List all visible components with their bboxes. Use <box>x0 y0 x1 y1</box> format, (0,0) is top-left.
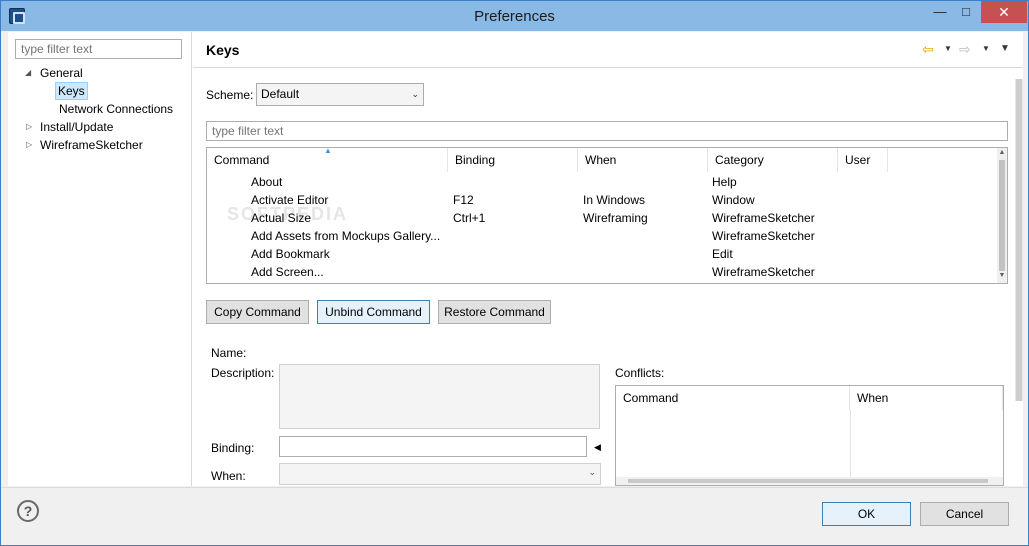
column-header-label: Binding <box>455 153 496 167</box>
tree-item-install-update[interactable]: Install/Update <box>40 119 113 135</box>
cell-command: About <box>251 175 283 189</box>
cell-category: Edit <box>712 247 733 261</box>
sort-ascending-icon: ▲ <box>324 147 332 155</box>
tree-item-general[interactable]: General <box>40 65 83 81</box>
tree-filter-input[interactable] <box>15 39 182 59</box>
binding-field[interactable] <box>279 436 587 457</box>
cell-category: Help <box>712 175 737 189</box>
column-header-label: Command <box>623 391 679 405</box>
column-header-label: Command <box>214 153 270 167</box>
tree-item-keys[interactable]: Keys <box>55 82 88 100</box>
column-header-user[interactable]: User <box>838 148 888 172</box>
scheme-label: Scheme: <box>206 88 254 102</box>
chevron-down-icon: ⌄ <box>411 89 419 99</box>
copy-command-button[interactable]: Copy Command <box>206 300 309 324</box>
column-header-label: When <box>585 153 617 167</box>
conflicts-header-command[interactable]: Command <box>616 386 850 410</box>
preferences-window: Preferences — □ ✕ ◢ General Keys Network… <box>0 0 1029 546</box>
binding-label: Binding: <box>211 441 255 455</box>
forward-arrow-icon[interactable]: ⇨ <box>959 41 971 57</box>
when-select[interactable]: ⌄ <box>279 463 601 485</box>
cell-category: WireframeSketcher <box>712 265 815 279</box>
column-header-label: Category <box>715 153 764 167</box>
conflicts-header-when[interactable]: When <box>850 386 1003 410</box>
cell-command: Activate Editor <box>251 193 329 207</box>
conflicts-hscrollbar[interactable] <box>616 477 1003 485</box>
scrollbar-thumb[interactable] <box>1016 79 1022 401</box>
column-header-label: When <box>857 391 889 405</box>
cancel-button[interactable]: Cancel <box>920 502 1009 526</box>
restore-command-button[interactable]: Restore Command <box>438 300 551 324</box>
column-header-category[interactable]: Category <box>708 148 838 172</box>
minimize-button[interactable]: — <box>927 1 953 23</box>
back-dropdown-icon[interactable]: ▼ <box>944 44 952 53</box>
commands-table: Command ▲ Binding When Category User SOF… <box>206 147 1008 284</box>
keys-page: Keys ⇦ ▼ ⇨ ▼ ▼ Scheme: Default ⌄ Command… <box>193 32 1023 486</box>
cell-when: Wireframing <box>583 211 648 225</box>
cell-when: In Windows <box>583 193 646 207</box>
conflicts-label: Conflicts: <box>615 366 665 380</box>
scheme-select-value: Default <box>261 87 300 101</box>
help-icon[interactable]: ? <box>17 500 39 522</box>
cell-category: WireframeSketcher <box>712 229 815 243</box>
scheme-select[interactable]: Default ⌄ <box>256 83 424 106</box>
column-header-when[interactable]: When <box>578 148 708 172</box>
chevron-down-icon: ⌄ <box>588 467 596 477</box>
description-label: Description: <box>211 366 275 380</box>
close-button[interactable]: ✕ <box>981 1 1027 23</box>
back-arrow-icon[interactable]: ⇦ <box>922 41 934 57</box>
tree-item-network-connections[interactable]: Network Connections <box>59 101 173 117</box>
ok-button[interactable]: OK <box>822 502 911 526</box>
column-header-label: User <box>845 153 871 167</box>
forward-dropdown-icon[interactable]: ▼ <box>982 44 990 53</box>
scroll-down-icon[interactable]: ▼ <box>997 272 1007 279</box>
chevron-right-icon[interactable]: ▷ <box>26 122 32 131</box>
name-label: Name: <box>211 346 247 360</box>
preferences-tree-pane: ◢ General Keys Network Connections ▷ Ins… <box>8 32 192 486</box>
chevron-right-icon[interactable]: ▷ <box>26 140 32 149</box>
unbind-command-button[interactable]: Unbind Command <box>317 300 430 324</box>
tree-item-wireframesketcher[interactable]: WireframeSketcher <box>40 137 143 153</box>
page-title: Keys <box>206 42 240 58</box>
cell-binding: F12 <box>453 193 474 207</box>
conflicts-table: Command When <box>615 385 1004 486</box>
scrollbar-thumb[interactable] <box>999 160 1005 271</box>
dialog-content: ◢ General Keys Network Connections ▷ Ins… <box>8 32 1023 486</box>
cell-category: WireframeSketcher <box>712 211 815 225</box>
window-title: Preferences <box>474 8 555 25</box>
cell-command: Actual Size <box>251 211 312 225</box>
table-scrollbar[interactable]: ▲ ▼ <box>997 148 1007 283</box>
command-filter-input[interactable] <box>206 121 1008 141</box>
cell-command: Add Bookmark <box>251 247 330 261</box>
maximize-button[interactable]: □ <box>953 1 979 23</box>
scroll-up-icon[interactable]: ▲ <box>997 149 1007 156</box>
description-field[interactable] <box>279 364 600 429</box>
cell-command: Add Assets from Mockups Gallery... <box>251 229 441 243</box>
column-header-binding[interactable]: Binding <box>448 148 578 172</box>
chevron-down-icon[interactable]: ◢ <box>25 68 31 77</box>
cell-category: Window <box>712 193 755 207</box>
dialog-button-bar: ? OK Cancel <box>1 487 1028 545</box>
view-menu-icon[interactable]: ▼ <box>1000 43 1010 54</box>
column-divider <box>850 410 851 480</box>
page-header: Keys ⇦ ▼ ⇨ ▼ ▼ <box>193 32 1023 68</box>
cell-command: Add Screen... <box>251 265 324 279</box>
binding-menu-icon[interactable]: ◀ <box>594 440 601 454</box>
page-scrollbar[interactable] <box>1015 79 1023 401</box>
title-bar[interactable]: Preferences — □ ✕ <box>1 1 1028 31</box>
cell-binding: Ctrl+1 <box>453 211 486 225</box>
when-label: When: <box>211 469 246 483</box>
scrollbar-thumb[interactable] <box>628 479 988 483</box>
